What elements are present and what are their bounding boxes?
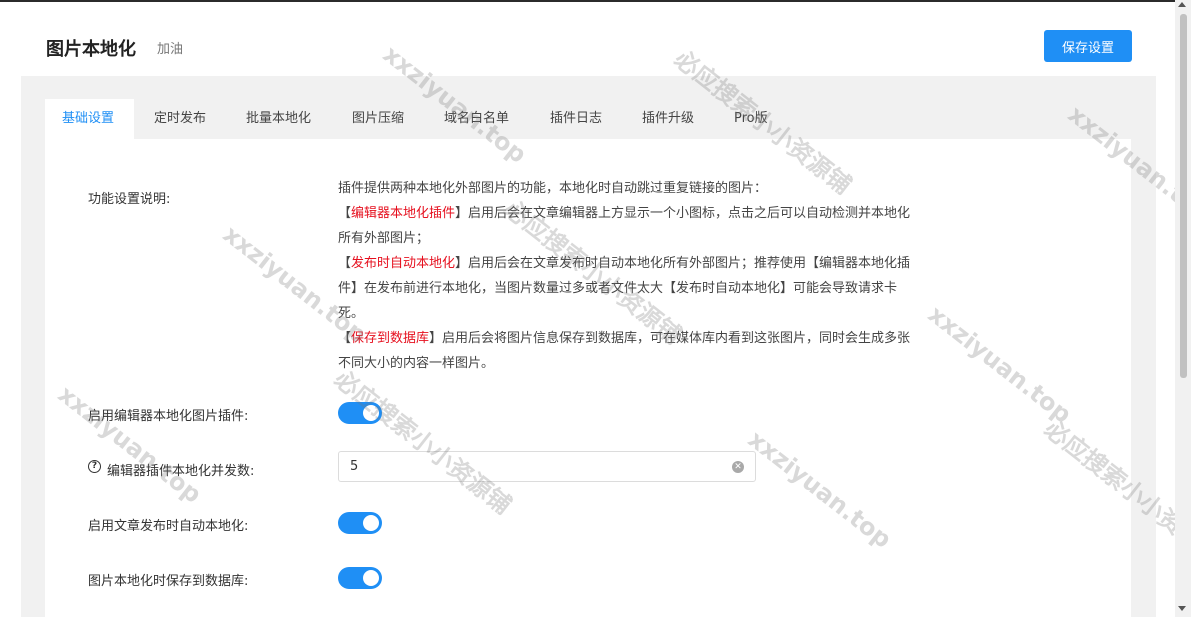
description-label: 功能设置说明: (88, 192, 171, 207)
tab-pro-version[interactable]: Pro版 (734, 99, 768, 139)
page-title: 图片本地化 (46, 39, 136, 60)
description-line: 【编辑器本地化插件】启用后会在文章编辑器上方显示一个小图标，点击之后可以自动检测… (338, 206, 911, 221)
tab-plugin-log[interactable]: 插件日志 (550, 99, 602, 139)
tab-batch-localize[interactable]: 批量本地化 (246, 99, 311, 139)
description-line: 【发布时自动本地化】启用后会在文章发布时自动本地化所有外部图片；推荐使用【编辑器… (338, 256, 911, 271)
scroll-up-arrow-icon[interactable] (1178, 2, 1186, 7)
save-settings-button[interactable]: 保存设置 (1044, 30, 1132, 62)
concurrency-input[interactable] (338, 451, 756, 482)
scrollbar-thumb[interactable] (1180, 14, 1187, 378)
toggle-knob (363, 405, 379, 421)
description-line: 所有外部图片； (338, 231, 430, 246)
page-subtitle: 加油 (157, 42, 184, 57)
save-db-toggle[interactable] (338, 567, 382, 589)
highlight-save-db: 保存到数据库 (351, 331, 430, 346)
highlight-auto-publish: 发布时自动本地化 (351, 256, 456, 271)
clear-icon[interactable]: ✕ (732, 461, 744, 473)
highlight-editor-plugin: 编辑器本地化插件 (351, 206, 456, 221)
scroll-down-arrow-icon[interactable] (1178, 606, 1186, 611)
tab-plugin-upgrade[interactable]: 插件升级 (642, 99, 694, 139)
description-line: 件】在发布前进行本地化，当图片数量过多或者文件太大【发布时自动本地化】可能会导致… (338, 281, 898, 296)
feature-description: 插件提供两种本地化外部图片的功能，本地化时自动跳过重复链接的图片： 【编辑器本地… (338, 176, 958, 376)
editor-plugin-label: 启用编辑器本地化图片插件: (88, 409, 249, 424)
tab-scheduled-publish[interactable]: 定时发布 (154, 99, 206, 139)
help-icon[interactable]: ? (88, 460, 101, 473)
page-header: 图片本地化 加油 保存设置 (0, 2, 1175, 76)
auto-publish-label: 启用文章发布时自动本地化: (88, 519, 249, 534)
save-db-label: 图片本地化时保存到数据库: (88, 574, 249, 589)
auto-publish-toggle[interactable] (338, 512, 382, 534)
tab-domain-whitelist[interactable]: 域名白名单 (444, 99, 509, 139)
tab-image-compress[interactable]: 图片压缩 (352, 99, 404, 139)
editor-plugin-toggle[interactable] (338, 402, 382, 424)
concurrency-label: 编辑器插件本地化并发数: (107, 464, 255, 479)
description-line: 死。 (338, 306, 365, 321)
tab-basic-settings[interactable]: 基础设置 (62, 99, 115, 139)
description-line: 插件提供两种本地化外部图片的功能，本地化时自动跳过重复链接的图片： (338, 181, 768, 196)
toggle-knob (363, 515, 379, 531)
toggle-knob (363, 570, 379, 586)
description-line: 不同大小的内容一样图片。 (338, 356, 495, 371)
description-line: 【保存到数据库】启用后会将图片信息保存到数据库，可在媒体库内看到这张图片，同时会… (338, 331, 911, 346)
